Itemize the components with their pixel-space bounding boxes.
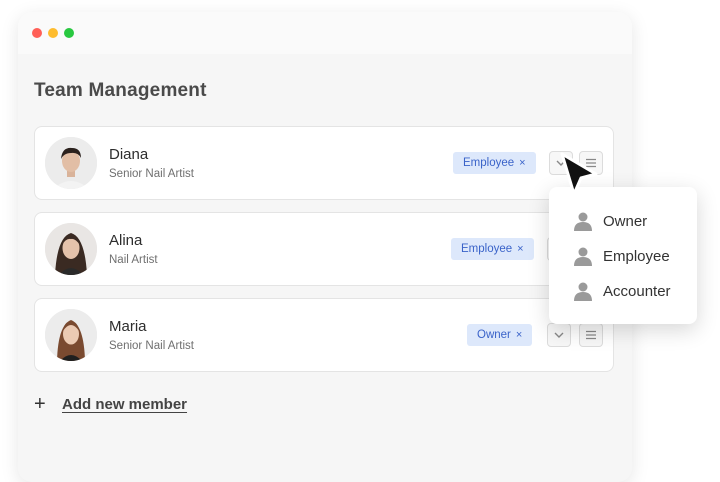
member-role: Nail Artist (109, 254, 158, 266)
member-role: Senior Nail Artist (109, 168, 195, 180)
avatar (45, 137, 97, 189)
role-option-label: Employee (603, 247, 670, 265)
avatar (45, 309, 97, 361)
chevron-down-icon (554, 332, 564, 338)
avatar-photo (45, 137, 97, 189)
add-member-label: Add new member (62, 395, 188, 413)
member-card: Maria Senior Nail Artist Owner × (34, 298, 614, 372)
minimize-window-button[interactable] (48, 28, 58, 38)
role-badge-label: Employee (461, 243, 513, 255)
close-window-button[interactable] (32, 28, 42, 38)
app-window: Team Management Diana Senior Nail Artist… (18, 12, 632, 482)
role-badge[interactable]: Employee × (451, 238, 534, 260)
close-icon[interactable]: × (519, 157, 525, 169)
role-badge[interactable]: Owner × (467, 324, 533, 346)
member-name: Diana (109, 146, 149, 163)
maximize-window-button[interactable] (64, 28, 74, 38)
member-card: Diana Senior Nail Artist Employee × (34, 126, 614, 200)
role-dropdown-toggle[interactable] (547, 323, 571, 347)
member-role: Senior Nail Artist (109, 340, 195, 352)
plus-icon: + (34, 393, 46, 415)
member-name: Maria (109, 318, 147, 335)
title-bar (18, 12, 632, 54)
role-dropdown-menu: Owner Employee Accounter (549, 187, 697, 324)
member-card: Alina Nail Artist Employee × (34, 212, 614, 286)
role-option-label: Accounter (603, 282, 671, 300)
role-badge[interactable]: Employee × (453, 152, 536, 174)
role-option-owner[interactable]: Owner (573, 209, 647, 233)
role-badge-label: Owner (477, 329, 511, 341)
page-title: Team Management (34, 80, 207, 101)
member-menu-button[interactable] (579, 323, 603, 347)
role-badge-label: Employee (463, 157, 515, 169)
add-member-button[interactable]: + Add new member (34, 394, 187, 414)
close-icon[interactable]: × (516, 329, 522, 341)
member-name: Alina (109, 232, 143, 249)
role-option-accounter[interactable]: Accounter (573, 279, 671, 303)
user-icon (574, 247, 592, 266)
role-option-label: Owner (603, 212, 648, 230)
cursor-arrow-icon (560, 152, 598, 196)
avatar-photo (45, 223, 97, 275)
hamburger-icon (586, 330, 596, 340)
role-option-employee[interactable]: Employee (573, 244, 670, 268)
user-icon (574, 282, 592, 301)
user-icon (574, 212, 592, 231)
close-icon[interactable]: × (517, 243, 523, 255)
avatar-photo (45, 309, 97, 361)
avatar (45, 223, 97, 275)
